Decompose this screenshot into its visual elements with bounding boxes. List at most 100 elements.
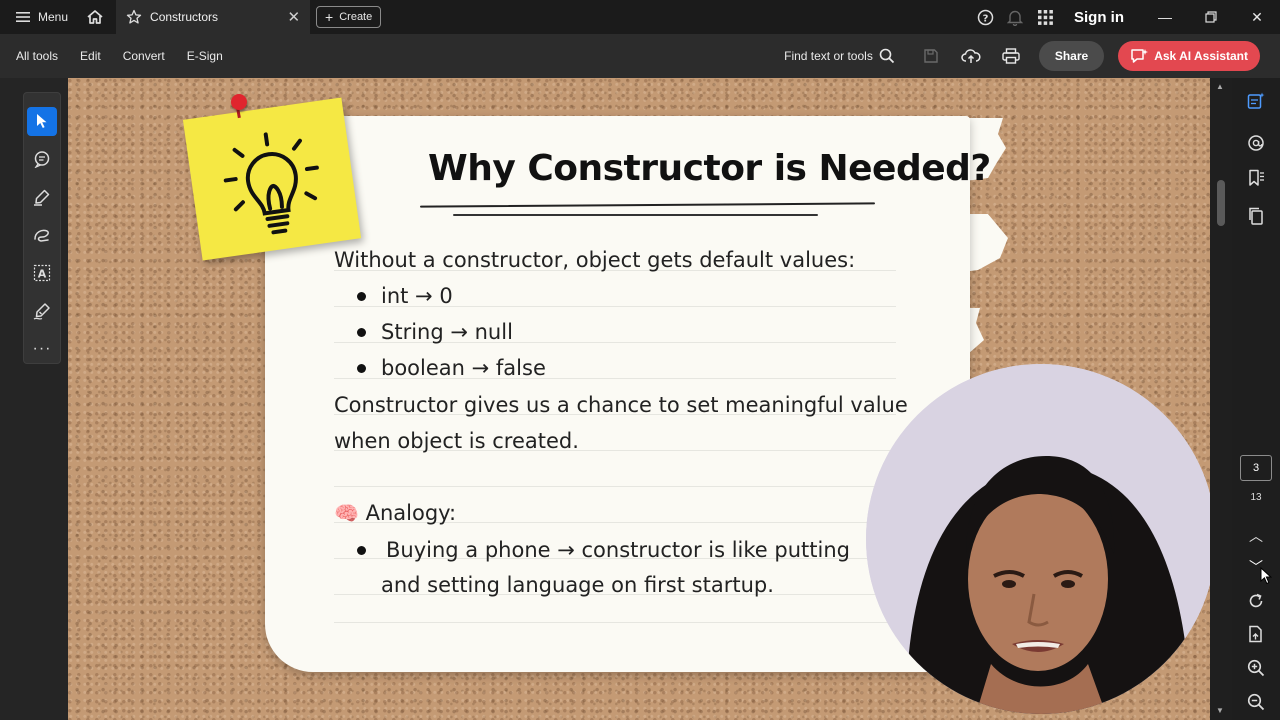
scroll-up-arrow-icon[interactable]: ▲ bbox=[1216, 82, 1224, 91]
apps-grid-icon bbox=[1037, 9, 1053, 25]
pages-panel-button[interactable] bbox=[1242, 202, 1270, 230]
zoom-out-button[interactable] bbox=[1242, 688, 1270, 716]
cloud-upload-icon bbox=[961, 49, 981, 63]
ai-summary-icon bbox=[1247, 92, 1265, 109]
svg-text:?: ? bbox=[982, 13, 988, 24]
intro-text: Without a constructor, object gets defau… bbox=[334, 248, 856, 272]
bullet-dot bbox=[357, 546, 366, 555]
default-value-item: String → null bbox=[381, 320, 513, 344]
apps-button[interactable] bbox=[1030, 0, 1060, 34]
find-tools-search[interactable]: Find text or tools bbox=[784, 48, 895, 64]
ai-assistant-button[interactable]: Ask AI Assistant bbox=[1118, 41, 1260, 71]
extract-page-button[interactable] bbox=[1242, 620, 1270, 648]
generative-summary-button[interactable] bbox=[1242, 87, 1270, 115]
plus-icon: + bbox=[325, 9, 334, 25]
menu-label: Menu bbox=[38, 10, 69, 24]
brain-icon: 🧠 bbox=[334, 501, 359, 525]
push-pin-icon bbox=[231, 94, 247, 110]
create-button[interactable]: + Create bbox=[316, 6, 382, 28]
page-export-icon bbox=[1249, 625, 1262, 643]
star-icon[interactable] bbox=[126, 9, 142, 25]
bookmarks-panel-button[interactable] bbox=[1242, 164, 1270, 192]
webcam-overlay bbox=[866, 364, 1216, 714]
ai-assistant-label: Ask AI Assistant bbox=[1154, 49, 1248, 63]
share-button[interactable]: Share bbox=[1038, 41, 1105, 71]
comment-icon bbox=[34, 151, 50, 169]
text-select-tool-button[interactable]: A bbox=[27, 258, 57, 287]
help-button[interactable]: ? bbox=[970, 0, 1000, 34]
title-underline-second bbox=[453, 214, 818, 216]
select-tool-button[interactable] bbox=[27, 107, 57, 136]
svg-text:A: A bbox=[38, 267, 47, 280]
home-icon bbox=[87, 10, 103, 24]
comments-panel-button[interactable] bbox=[1242, 129, 1270, 157]
document-tab[interactable]: Constructors ✕ bbox=[116, 0, 311, 34]
more-tools-button[interactable]: ··· bbox=[27, 334, 57, 363]
comment-at-icon bbox=[1248, 135, 1264, 151]
highlight-pen-icon bbox=[34, 189, 50, 206]
bullet-dot bbox=[357, 292, 366, 301]
zoom-in-button[interactable] bbox=[1242, 654, 1270, 682]
draw-tool-button[interactable] bbox=[27, 221, 57, 250]
default-value-item: boolean → false bbox=[381, 356, 546, 380]
select-cursor-icon bbox=[37, 114, 47, 129]
all-tools-menu[interactable]: All tools bbox=[0, 49, 69, 63]
left-tool-panel: A ··· bbox=[0, 78, 68, 720]
tab-title: Constructors bbox=[150, 10, 219, 24]
find-label: Find text or tools bbox=[784, 49, 873, 63]
search-icon bbox=[879, 48, 894, 64]
ruled-line bbox=[334, 486, 896, 487]
slide-title: Why Constructor is Needed? bbox=[428, 148, 991, 189]
e-sign-menu[interactable]: E-Sign bbox=[176, 49, 234, 63]
current-page-field[interactable]: 3 bbox=[1240, 455, 1272, 481]
zoom-in-icon bbox=[1247, 659, 1265, 677]
text-select-box-icon: A bbox=[33, 264, 51, 281]
rotate-icon bbox=[1249, 593, 1263, 608]
home-button[interactable] bbox=[80, 0, 110, 34]
analogy-heading: Analogy: bbox=[365, 501, 457, 525]
close-tab-icon[interactable]: ✕ bbox=[287, 8, 300, 26]
zoom-out-icon bbox=[1247, 693, 1265, 711]
draw-freehand-icon bbox=[34, 229, 49, 242]
minimize-button[interactable]: — bbox=[1142, 0, 1188, 34]
bookmark-icon bbox=[1249, 169, 1264, 186]
create-label: Create bbox=[339, 11, 373, 23]
analogy-line-1: Buying a phone → constructor is like put… bbox=[386, 538, 850, 562]
right-tool-panel: 3 13 ︿ ﹀ bbox=[1232, 78, 1280, 720]
copy-pages-icon bbox=[1249, 207, 1263, 225]
previous-page-button[interactable]: ︿ bbox=[1242, 522, 1270, 550]
sticky-note bbox=[182, 97, 362, 261]
print-button[interactable] bbox=[993, 41, 1029, 71]
bell-icon bbox=[1007, 10, 1023, 26]
highlight-tool-button[interactable] bbox=[27, 183, 57, 212]
sign-tool-button[interactable] bbox=[27, 296, 57, 325]
explanation-line-2: when object is created. bbox=[334, 429, 579, 453]
explanation-line-1: Constructor gives us a chance to set mea… bbox=[334, 393, 908, 417]
analogy-heading-row: 🧠 Analogy: bbox=[334, 501, 456, 525]
minimize-icon: — bbox=[1158, 9, 1172, 25]
total-pages-label: 13 bbox=[1250, 492, 1262, 503]
edit-menu[interactable]: Edit bbox=[69, 49, 112, 63]
vertical-scrollbar[interactable]: ▲ ▼ bbox=[1210, 78, 1232, 720]
save-button[interactable] bbox=[913, 41, 949, 71]
ruled-line bbox=[334, 622, 896, 623]
mouse-cursor-icon bbox=[1260, 567, 1272, 585]
close-window-button[interactable]: ✕ bbox=[1234, 0, 1280, 34]
scroll-down-arrow-icon[interactable]: ▼ bbox=[1216, 706, 1224, 715]
comment-tool-button[interactable] bbox=[27, 145, 57, 174]
convert-menu[interactable]: Convert bbox=[112, 49, 176, 63]
menu-button[interactable]: Menu bbox=[0, 0, 80, 34]
chevron-up-icon: ︿ bbox=[1249, 528, 1263, 544]
printer-icon bbox=[1002, 48, 1020, 64]
bullet-dot bbox=[357, 328, 366, 337]
close-icon: ✕ bbox=[1251, 8, 1263, 25]
sign-pen-icon bbox=[33, 302, 50, 320]
rotate-button[interactable] bbox=[1242, 587, 1270, 615]
notifications-button[interactable] bbox=[1000, 0, 1030, 34]
scrollbar-thumb[interactable] bbox=[1217, 180, 1225, 226]
restore-button[interactable] bbox=[1188, 0, 1234, 34]
upload-cloud-button[interactable] bbox=[953, 41, 989, 71]
sign-in-link[interactable]: Sign in bbox=[1074, 9, 1124, 26]
presenter-video bbox=[866, 364, 1216, 714]
bullet-dot bbox=[357, 364, 366, 373]
